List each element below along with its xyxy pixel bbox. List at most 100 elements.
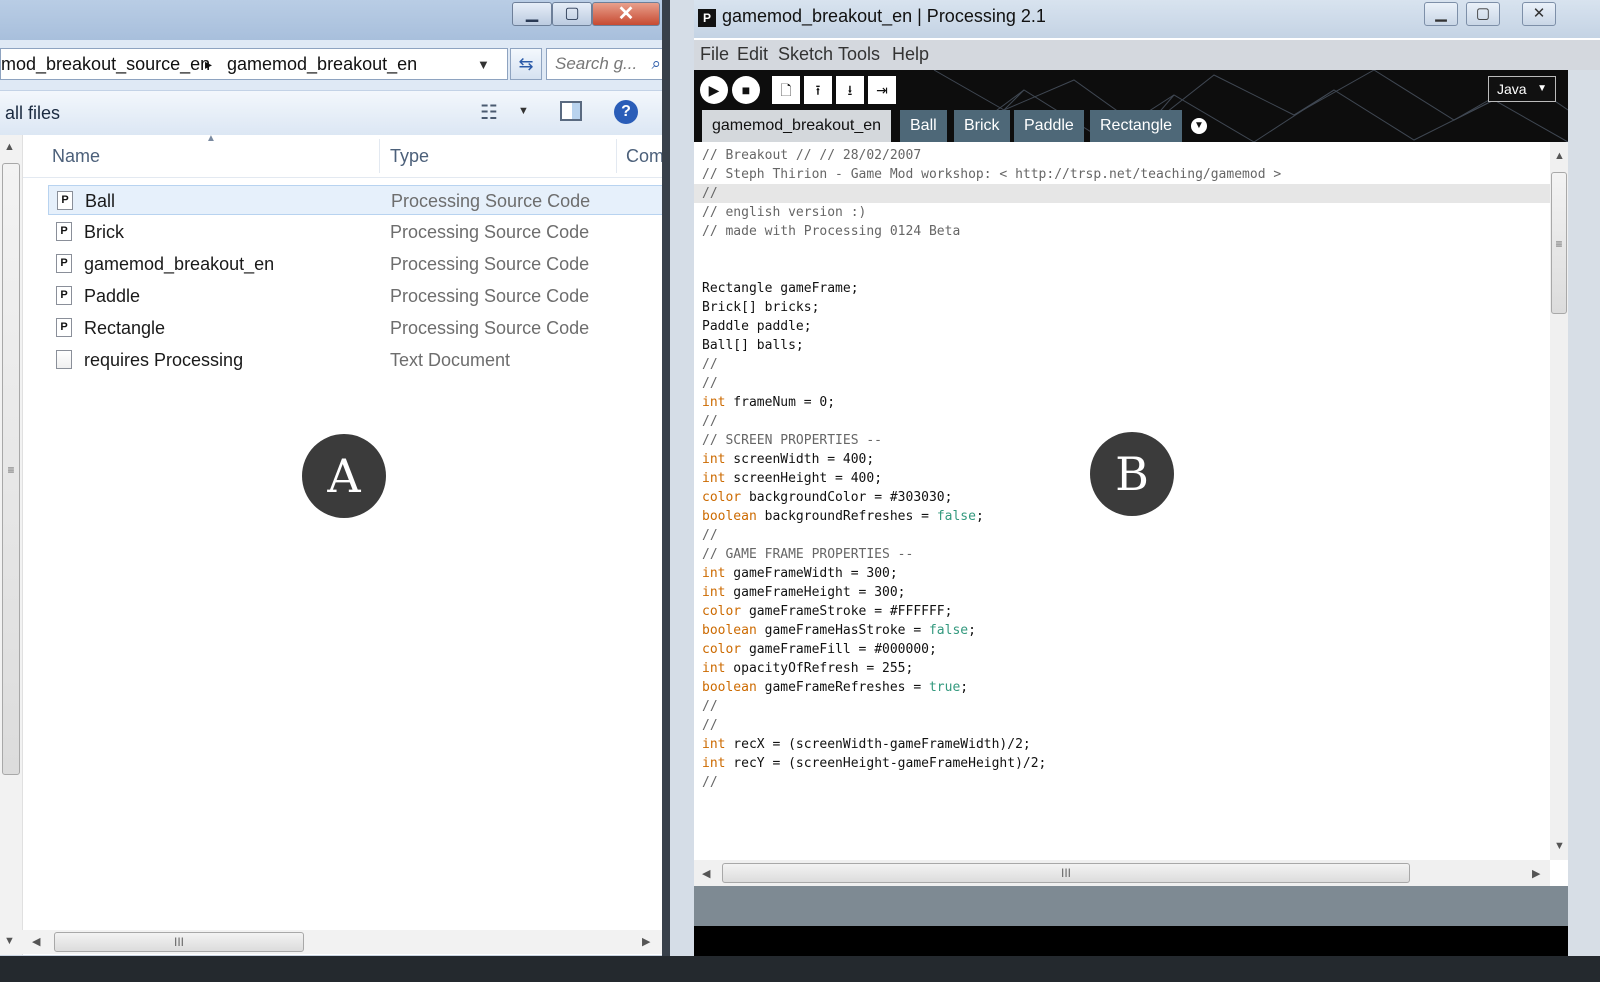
tab-gamemod-breakout-en[interactable]: gamemod_breakout_en — [702, 110, 892, 142]
code-line: color gameFrameFill = #000000; — [702, 642, 937, 657]
menu-help[interactable]: Help — [892, 44, 929, 65]
tab-paddle[interactable]: Paddle — [1014, 110, 1084, 142]
menu-edit[interactable]: Edit — [737, 44, 768, 65]
code-line: // english version :) — [702, 205, 867, 220]
horizontal-scrollbar[interactable]: ◀ III ▶ — [22, 930, 662, 954]
toolbar-label: all files — [5, 103, 61, 123]
menu-sketch[interactable]: Sketch — [778, 44, 833, 65]
explorer-titlebar[interactable]: ▁ ▢ ✕ — [0, 0, 675, 40]
column-comments[interactable]: Com — [626, 135, 664, 177]
search-icon[interactable]: ⌕ — [651, 49, 661, 79]
processing-logo-icon: P — [698, 9, 716, 27]
tab-ball[interactable]: Ball — [900, 110, 947, 142]
mode-selector[interactable]: Java ▼ — [1488, 76, 1556, 102]
address-dropdown-icon[interactable]: ▼ — [477, 50, 490, 79]
menu-file[interactable]: File — [700, 44, 729, 65]
open-button[interactable]: ⭱ — [804, 76, 832, 104]
editor-horizontal-scrollbar[interactable]: ◀ III ▶ — [694, 860, 1550, 886]
scroll-down-icon[interactable]: ▼ — [1554, 840, 1565, 852]
scroll-up-icon[interactable]: ▲ — [4, 141, 15, 153]
badge-b: B — [1090, 432, 1174, 516]
tab-menu-icon[interactable]: ▼ — [1191, 118, 1207, 134]
scroll-down-icon[interactable]: ▼ — [4, 935, 15, 947]
code-line: // — [702, 528, 718, 543]
code-line: Rectangle gameFrame; — [702, 281, 859, 296]
scroll-right-icon[interactable]: ▶ — [642, 935, 650, 948]
code-line-current: // — [694, 184, 1550, 203]
code-line: boolean gameFrameRefreshes = true; — [702, 680, 969, 695]
file-name: Paddle — [84, 286, 141, 306]
maximize-button[interactable]: ▢ — [1466, 2, 1500, 26]
new-sketch-button[interactable]: 🗋 — [772, 76, 800, 104]
column-divider[interactable] — [616, 139, 617, 173]
breadcrumb-separator-icon[interactable]: ▸ — [205, 49, 212, 79]
file-name: Rectangle — [84, 318, 166, 338]
scroll-right-icon[interactable]: ▶ — [1532, 867, 1540, 880]
code-line: // Steph Thirion - Game Mod workshop: < … — [702, 167, 1282, 182]
file-row[interactable]: T requires Processing Text Document — [48, 345, 670, 375]
scroll-left-icon[interactable]: ◀ — [32, 935, 40, 948]
window-border — [662, 0, 670, 982]
preview-pane-icon[interactable] — [560, 101, 582, 121]
code-line: color backgroundColor = #303030; — [702, 490, 953, 505]
scrollbar-thumb[interactable]: III — [54, 932, 304, 952]
maximize-button[interactable]: ▢ — [552, 2, 592, 26]
file-row[interactable]: P gamemod_breakout_en Processing Source … — [48, 249, 670, 279]
file-row[interactable]: P Paddle Processing Source Code — [48, 281, 670, 311]
processing-file-icon: P — [57, 191, 73, 210]
code-line: // Breakout // // 28/02/2007 — [702, 148, 922, 163]
vertical-scrollbar[interactable]: ▲ ≡ ▼ — [0, 135, 23, 955]
tab-rectangle[interactable]: Rectangle — [1090, 110, 1183, 142]
minimize-button[interactable]: ▁ — [1424, 2, 1458, 26]
mode-label: Java — [1497, 81, 1527, 97]
code-line: // — [702, 414, 718, 429]
code-line: boolean gameFrameHasStroke = false; — [702, 623, 976, 638]
close-button[interactable]: ✕ — [592, 2, 660, 26]
breadcrumb-current[interactable]: gamemod_breakout_en — [227, 49, 417, 79]
file-row[interactable]: P Ball Processing Source Code — [48, 185, 670, 215]
save-button[interactable]: ⭳ — [836, 76, 864, 104]
editor-vertical-scrollbar[interactable]: ▲ ≡ ▼ — [1550, 142, 1568, 860]
code-line: // — [702, 699, 718, 714]
stop-button[interactable]: ■ — [732, 76, 760, 104]
code-line: // — [702, 775, 718, 790]
column-name[interactable]: Name — [52, 135, 100, 177]
file-type: Text Document — [390, 350, 511, 370]
file-row[interactable]: P Rectangle Processing Source Code — [48, 313, 670, 343]
file-type: Processing Source Code — [390, 286, 590, 306]
column-divider[interactable] — [379, 139, 380, 173]
column-type[interactable]: Type — [390, 135, 429, 177]
code-line: Paddle paddle; — [702, 319, 812, 334]
explorer-toolbar: all files ☷ ▼ ? — [0, 90, 675, 136]
refresh-icon[interactable]: ⇆ — [510, 48, 542, 80]
breadcrumb-parent[interactable]: mod_breakout_source_en — [1, 49, 210, 79]
scroll-up-icon[interactable]: ▲ — [1554, 150, 1565, 162]
menu-bar: File Edit Sketch Tools Help — [694, 40, 1600, 70]
code-line: int recX = (screenWidth-gameFrameWidth)/… — [702, 737, 1031, 752]
console-area[interactable] — [694, 926, 1568, 956]
file-row[interactable]: P Brick Processing Source Code — [48, 217, 670, 247]
close-button[interactable]: ✕ — [1522, 2, 1556, 26]
code-line: // — [702, 718, 718, 733]
search-input[interactable]: Search g... ⌕ — [546, 48, 670, 80]
taskbar-edge — [0, 956, 1600, 982]
view-dropdown-icon[interactable]: ▼ — [518, 105, 529, 117]
address-bar[interactable]: mod_breakout_source_en ▸ gamemod_breakou… — [0, 48, 508, 80]
tab-brick[interactable]: Brick — [954, 110, 1010, 142]
run-button[interactable]: ▶ — [700, 76, 728, 104]
scrollbar-thumb[interactable]: III — [722, 863, 1410, 883]
code-line: Ball[] balls; — [702, 338, 804, 353]
export-button[interactable]: ⇥ — [868, 76, 896, 104]
code-line: // SCREEN PROPERTIES -- — [702, 433, 883, 448]
file-type: Processing Source Code — [390, 318, 590, 338]
menu-tools[interactable]: Tools — [838, 44, 880, 65]
help-icon[interactable]: ? — [614, 100, 638, 124]
scroll-left-icon[interactable]: ◀ — [702, 867, 710, 880]
minimize-button[interactable]: ▁ — [512, 2, 552, 26]
scrollbar-thumb[interactable]: ≡ — [1551, 172, 1567, 314]
code-line: // — [702, 376, 718, 391]
code-line: int frameNum = 0; — [702, 395, 836, 410]
scrollbar-thumb[interactable]: ≡ — [2, 163, 20, 775]
view-options-icon[interactable]: ☷ — [480, 100, 498, 125]
code-line: int screenHeight = 400; — [702, 471, 883, 486]
